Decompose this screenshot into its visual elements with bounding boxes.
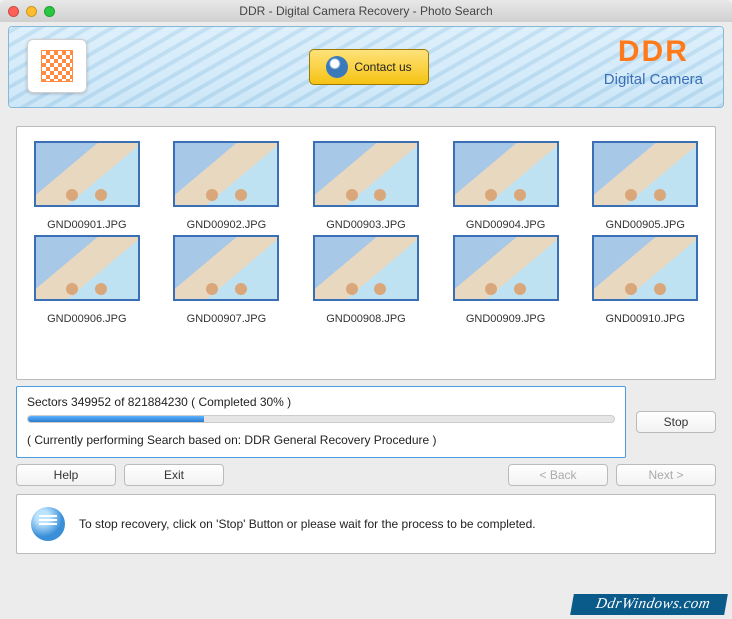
next-button: Next > [616,464,716,486]
photo-item[interactable]: GND00905.JPG [587,141,703,231]
exit-button[interactable]: Exit [124,464,224,486]
gallery-panel: GND00901.JPG GND00902.JPG GND00903.JPG G… [16,126,716,380]
photo-item[interactable]: GND00903.JPG [308,141,424,231]
photo-thumbnail [34,141,140,207]
method-text: ( Currently performing Search based on: … [27,433,615,447]
app-logo-icon [41,50,73,82]
hint-text: To stop recovery, click on 'Stop' Button… [79,517,536,531]
hint-box: To stop recovery, click on 'Stop' Button… [16,494,716,554]
photo-filename: GND00905.JPG [587,219,703,231]
progress-bar-fill [28,416,204,422]
watermark: DdrWindows.com [570,594,728,615]
sectors-text: Sectors 349952 of 821884230 ( Completed … [27,395,615,409]
photo-filename: GND00901.JPG [29,219,145,231]
app-header: Contact us DDR Digital Camera [8,26,724,108]
photo-item[interactable]: GND00901.JPG [29,141,145,231]
photo-item[interactable]: GND00908.JPG [308,235,424,325]
minimize-icon[interactable] [26,6,37,17]
photo-thumbnail [313,141,419,207]
photo-filename: GND00907.JPG [169,313,285,325]
photo-thumbnail [173,235,279,301]
photo-thumbnail [173,141,279,207]
gallery-row: GND00906.JPG GND00907.JPG GND00908.JPG G… [29,235,703,325]
photo-thumbnail [453,235,559,301]
contact-icon [326,56,348,78]
nav-spacer [232,464,500,486]
photo-item[interactable]: GND00910.JPG [587,235,703,325]
progress-box: Sectors 349952 of 821884230 ( Completed … [16,386,626,458]
photo-item[interactable]: GND00909.JPG [448,235,564,325]
app-window: DDR - Digital Camera Recovery - Photo Se… [0,0,732,619]
photo-filename: GND00903.JPG [308,219,424,231]
photo-filename: GND00910.JPG [587,313,703,325]
photo-thumbnail [453,141,559,207]
back-button: < Back [508,464,608,486]
window-controls [8,6,55,17]
photo-item[interactable]: GND00902.JPG [169,141,285,231]
brand-title: DDR [604,37,703,67]
photo-filename: GND00902.JPG [169,219,285,231]
photo-thumbnail [592,141,698,207]
gallery: GND00901.JPG GND00902.JPG GND00903.JPG G… [29,141,703,325]
photo-filename: GND00908.JPG [308,313,424,325]
progress-row: Sectors 349952 of 821884230 ( Completed … [16,386,716,458]
nav-row: Help Exit < Back Next > [16,464,716,486]
titlebar: DDR - Digital Camera Recovery - Photo Se… [0,0,732,22]
brand-area: DDR Digital Camera [604,37,703,88]
photo-thumbnail [313,235,419,301]
close-icon[interactable] [8,6,19,17]
photo-item[interactable]: GND00904.JPG [448,141,564,231]
info-icon [31,507,65,541]
app-logo-box[interactable] [27,39,87,93]
stop-column: Stop [636,386,716,458]
contact-label: Contact us [354,60,411,74]
window-title: DDR - Digital Camera Recovery - Photo Se… [8,4,724,18]
photo-thumbnail [592,235,698,301]
progress-bar [27,415,615,423]
stop-button[interactable]: Stop [636,411,716,433]
photo-item[interactable]: GND00906.JPG [29,235,145,325]
gallery-row: GND00901.JPG GND00902.JPG GND00903.JPG G… [29,141,703,231]
photo-item[interactable]: GND00907.JPG [169,235,285,325]
maximize-icon[interactable] [44,6,55,17]
photo-filename: GND00909.JPG [448,313,564,325]
photo-thumbnail [34,235,140,301]
contact-us-button[interactable]: Contact us [309,49,429,85]
photo-filename: GND00906.JPG [29,313,145,325]
help-button[interactable]: Help [16,464,116,486]
main-panel: GND00901.JPG GND00902.JPG GND00903.JPG G… [16,126,716,554]
photo-filename: GND00904.JPG [448,219,564,231]
brand-subtitle: Digital Camera [604,71,703,88]
